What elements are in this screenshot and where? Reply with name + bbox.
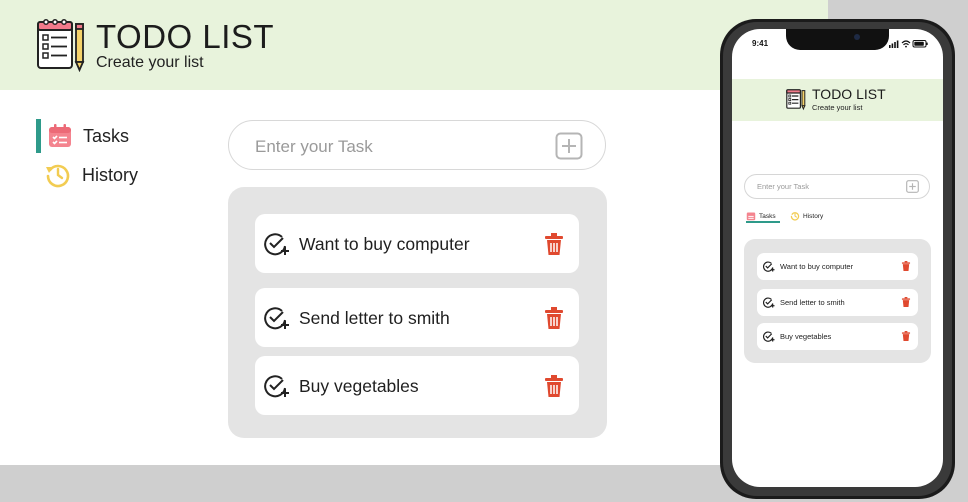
mobile-task-list: Want to buy computer Send letter to smit…	[744, 239, 931, 363]
app-title: TODO LIST	[96, 18, 275, 55]
mobile-task-item: Send letter to smith	[757, 289, 918, 316]
task-item: Want to buy computer	[255, 214, 579, 273]
active-indicator	[36, 119, 41, 153]
task-check-icon[interactable]	[264, 306, 290, 330]
desktop-app: TODO LIST Create your list Tasks History	[0, 0, 828, 465]
task-list: Want to buy computer Send letter to smit…	[228, 187, 607, 438]
app-header: TODO LIST Create your list	[0, 0, 828, 90]
phone-mockup: 9:41 TODO LIST Create your list Enter yo…	[720, 19, 955, 499]
task-text: Want to buy computer	[299, 234, 470, 254]
app-subtitle: Create your list	[96, 54, 204, 71]
phone-notch	[786, 29, 889, 50]
calendar-icon	[746, 212, 756, 221]
delete-task-button[interactable]	[543, 232, 565, 256]
task-check-icon[interactable]	[763, 331, 775, 342]
mobile-tab-indicator	[746, 221, 780, 223]
mobile-task-item: Buy vegetables	[757, 323, 918, 350]
mobile-task-text: Buy vegetables	[780, 332, 832, 341]
history-icon	[790, 212, 800, 221]
mobile-task-item: Want to buy computer	[757, 253, 918, 280]
task-check-icon[interactable]	[763, 297, 775, 308]
status-icons	[889, 40, 928, 48]
mobile-tab-history[interactable]: History	[790, 211, 823, 221]
mobile-task-text: Want to buy computer	[780, 262, 854, 271]
task-check-icon[interactable]	[264, 374, 290, 398]
mobile-app-title: TODO LIST	[812, 86, 886, 102]
task-text: Buy vegetables	[299, 376, 419, 396]
mobile-delete-task-button[interactable]	[901, 296, 911, 308]
nav-label-tasks: Tasks	[83, 125, 130, 146]
delete-task-button[interactable]	[543, 306, 565, 330]
task-check-icon[interactable]	[264, 232, 290, 256]
task-input-container	[228, 120, 606, 170]
mobile-header: TODO LIST Create your list	[732, 79, 943, 121]
delete-task-button[interactable]	[543, 374, 565, 398]
task-text: Send letter to smith	[299, 308, 450, 328]
mobile-app-subtitle: Create your list	[812, 103, 863, 112]
mobile-tab-history-label: History	[803, 212, 824, 220]
task-check-icon[interactable]	[763, 261, 775, 272]
nav-label-history: History	[82, 164, 139, 185]
mobile-input-placeholder: Enter your Task	[757, 182, 809, 191]
history-icon	[46, 164, 70, 188]
camera-icon	[854, 34, 860, 40]
mobile-delete-task-button[interactable]	[901, 260, 911, 272]
nav-item-history[interactable]: History	[44, 160, 138, 190]
status-time: 9:41	[752, 39, 769, 48]
mobile-add-task-button[interactable]	[906, 180, 919, 193]
add-task-button[interactable]	[555, 132, 583, 160]
mobile-tab-tasks[interactable]: Tasks	[746, 211, 776, 221]
nav-item-tasks[interactable]: Tasks	[36, 118, 129, 154]
phone-screen: 9:41 TODO LIST Create your list Enter yo…	[732, 29, 943, 487]
task-item: Buy vegetables	[255, 356, 579, 415]
todo-list-logo-icon	[786, 89, 806, 111]
mobile-delete-task-button[interactable]	[901, 330, 911, 342]
task-input[interactable]	[253, 133, 557, 161]
mobile-task-input[interactable]: Enter your Task	[744, 174, 930, 199]
mobile-tab-tasks-label: Tasks	[759, 212, 776, 220]
mobile-task-text: Send letter to smith	[780, 298, 845, 307]
calendar-icon	[49, 124, 71, 147]
todo-list-logo-icon	[37, 19, 85, 72]
task-item: Send letter to smith	[255, 288, 579, 347]
